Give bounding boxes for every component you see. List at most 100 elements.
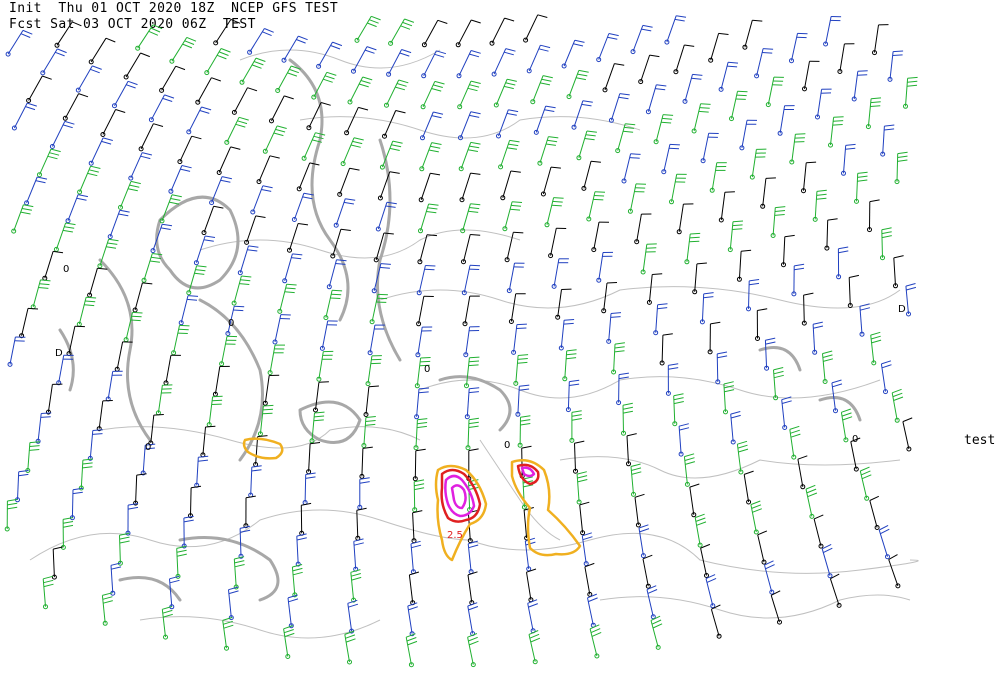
barb-flag (181, 165, 192, 169)
barb-flag (571, 410, 582, 413)
barb-shaft (462, 203, 471, 231)
contour-label: 0 (228, 318, 234, 329)
barb-shaft (508, 263, 515, 291)
barb-flag (233, 309, 244, 312)
barb-flag (695, 513, 705, 519)
barb-flag (292, 564, 303, 568)
barb-flag (38, 287, 49, 289)
barb-flag (170, 198, 181, 201)
barb-shaft (457, 19, 472, 46)
barb-shaft (101, 595, 106, 624)
barb-flag (20, 33, 31, 38)
barb-flag (262, 408, 274, 411)
barb-shaft (52, 549, 55, 578)
barb-flag (470, 141, 481, 145)
barb-shaft (7, 30, 24, 55)
barb-flag (509, 139, 520, 143)
barb-flag (39, 283, 50, 286)
barb-flag (162, 97, 173, 102)
barb-flag (516, 327, 527, 329)
barb-flag (630, 463, 641, 467)
barb-shaft (80, 460, 84, 489)
barb-shaft (553, 258, 560, 287)
barb-flag (129, 184, 140, 188)
barb-flag (360, 80, 371, 84)
barb-shaft (291, 566, 296, 595)
barb-flag (878, 524, 889, 531)
barb-flag (571, 414, 582, 417)
barb-flag (470, 111, 481, 115)
barb-shaft (502, 170, 512, 198)
barb-flag (18, 470, 29, 473)
barb-flag (861, 474, 872, 480)
barb-flag (437, 19, 448, 24)
barb-flag (893, 50, 904, 53)
barb-shaft (772, 207, 776, 236)
barb-flag (218, 51, 229, 56)
barb-shaft (587, 597, 594, 626)
barb-shaft (26, 176, 38, 204)
barb-flag (646, 585, 657, 591)
barb-shaft (686, 233, 691, 262)
barb-shaft (418, 265, 426, 293)
barb-flag (585, 134, 596, 137)
barb-shaft (51, 121, 66, 147)
barb-flag (7, 502, 18, 506)
barb-flag (576, 77, 586, 81)
barb-flag (398, 79, 409, 84)
barb-shaft (593, 222, 600, 250)
barb-flag (92, 65, 102, 70)
barb-flag (737, 90, 748, 93)
barb-shaft (655, 114, 664, 142)
barb-shaft (109, 210, 121, 237)
barb-flag (893, 396, 904, 401)
barb-flag (230, 18, 241, 24)
barb-flag (131, 315, 142, 318)
barb-flag (626, 433, 637, 437)
barb-flag (42, 75, 52, 80)
barb-shaft (463, 265, 471, 293)
barb-flag (655, 88, 666, 91)
barb-flag (230, 146, 241, 150)
barb-shaft (702, 133, 710, 161)
barb-shaft (420, 203, 430, 231)
barb-flag (623, 410, 633, 414)
barb-flag (529, 633, 540, 639)
barb-shaft (190, 487, 192, 516)
barb-shaft (661, 335, 664, 364)
barb-flag (724, 389, 735, 393)
barb-shaft (89, 430, 94, 459)
barb-flag (504, 17, 515, 22)
barb-flag (806, 488, 817, 494)
barb-shaft (762, 178, 767, 207)
barb-flag (594, 191, 606, 193)
barb-flag (548, 136, 559, 139)
barb-flag (765, 564, 775, 570)
barb-flag (76, 197, 87, 201)
barb-shaft (779, 105, 786, 134)
barb-flag (404, 18, 415, 23)
barb-flag (150, 27, 161, 33)
barb-shaft (517, 386, 520, 415)
barb-shaft (150, 415, 155, 444)
barb-shaft (460, 111, 472, 138)
barb-flag (324, 75, 335, 80)
barb-flag (870, 101, 881, 104)
barb-flag (470, 234, 481, 236)
barb-flag (774, 210, 786, 212)
barb-shaft (165, 355, 172, 383)
barb-flag (610, 316, 621, 318)
barb-shaft (356, 16, 372, 41)
barb-shaft (839, 43, 845, 72)
barb-flag (468, 360, 480, 363)
barb-flag (85, 300, 96, 303)
barb-shaft (683, 456, 688, 485)
barb-flag (822, 354, 833, 358)
barb-shaft (283, 35, 299, 61)
barb-flag (657, 307, 668, 310)
barb-flag (737, 444, 748, 449)
barb-flag (564, 319, 575, 321)
barb-shaft (710, 33, 720, 61)
barb-shaft (356, 510, 359, 539)
barb-flag (251, 469, 262, 472)
